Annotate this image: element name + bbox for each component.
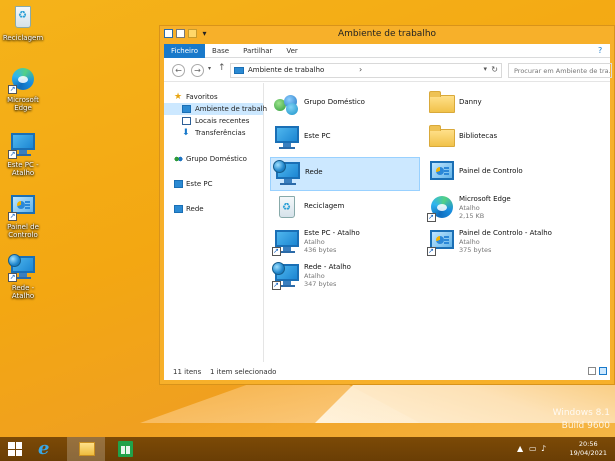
homegroup-icon (174, 155, 183, 163)
large-icons-view-icon[interactable] (599, 367, 607, 375)
list-item[interactable]: Bibliotecas (425, 122, 575, 156)
windows-logo-icon (8, 442, 22, 456)
search-placeholder: Procurar em Ambiente de tra... (514, 67, 610, 75)
start-button[interactable] (0, 437, 30, 461)
desktop-icon-edge[interactable]: ↗ Microsoft Edge (0, 66, 46, 112)
download-icon: ⬇ (182, 128, 190, 138)
control-panel-icon (427, 159, 457, 187)
breadcrumb-chevron-icon[interactable]: › (359, 65, 362, 74)
tab-share[interactable]: Partilhar (236, 44, 279, 58)
desktop-icon-this-pc[interactable]: ↗ Este PC - Atalho (0, 131, 46, 177)
desktop-icon-label: Painel de Controlo (7, 223, 39, 239)
item-count: 11 itens (173, 368, 202, 376)
list-item-selected[interactable]: Rede (270, 157, 420, 191)
edge-icon: ↗ (427, 194, 457, 222)
up-button[interactable]: ↑ (218, 63, 226, 73)
show-hidden-icons[interactable]: ▲ (517, 444, 523, 453)
ribbon-tabs: Ficheiro Base Partilhar Ver ? (164, 44, 610, 58)
desktop-icon-control-panel[interactable]: ↗ Painel de Controlo (0, 193, 46, 239)
network-icon (273, 160, 303, 188)
address-bar[interactable]: Ambiente de trabalho › ▾ ↻ (230, 63, 502, 78)
help-icon[interactable]: ? (598, 44, 610, 57)
desktop-icon (182, 105, 191, 113)
desktop-icon-label: Reciclagem (2, 34, 44, 42)
desktop-icon-network[interactable]: ↗ Rede - Atalho (0, 254, 46, 300)
address-history-icon[interactable]: ▾ (483, 65, 487, 73)
folder-icon (427, 90, 457, 118)
volume-icon[interactable]: ♪ (541, 444, 546, 453)
control-panel-icon: ↗ (8, 193, 38, 221)
list-item[interactable]: Danny (425, 88, 575, 122)
internet-explorer-icon[interactable]: e (38, 439, 57, 458)
navigation-pane: ★ Favoritos Ambiente de trabalh Locais r… (164, 83, 267, 362)
breadcrumb-desktop[interactable]: Ambiente de trabalho (248, 66, 324, 74)
network-icon (174, 205, 183, 213)
list-item[interactable]: ↗ Rede - Atalho Atalho 347 bytes (270, 260, 420, 294)
tab-home[interactable]: Base (205, 44, 236, 58)
back-button[interactable]: ← (172, 64, 185, 77)
forward-button[interactable]: → (191, 64, 204, 77)
recent-locations-icon[interactable]: ▾ (208, 65, 211, 72)
nav-favorites[interactable]: ★ Favoritos (164, 91, 263, 103)
nav-homegroup[interactable]: Grupo Doméstico (164, 153, 263, 165)
monitor-icon (272, 124, 302, 152)
desktop-icon-recycle-bin[interactable]: Reciclagem (0, 4, 46, 42)
clock[interactable]: 20:56 19/04/2021 (570, 440, 607, 458)
title-bar[interactable]: ▾ Ambiente de trabalho (160, 26, 614, 43)
details-view-icon[interactable] (588, 367, 596, 375)
recycle-bin-icon (8, 4, 38, 32)
edge-icon: ↗ (8, 66, 38, 94)
taskbar-file-explorer[interactable] (67, 437, 105, 461)
search-input[interactable]: Procurar em Ambiente de tra... (508, 63, 612, 78)
list-item[interactable]: Este PC (270, 122, 420, 156)
list-item[interactable]: ↗ Este PC - Atalho Atalho 436 bytes (270, 226, 420, 260)
status-bar: 11 itens 1 item selecionado (164, 364, 610, 380)
list-item[interactable]: ↗ Painel de Controlo - Atalho Atalho 375… (425, 226, 575, 260)
taskbar-store[interactable] (106, 437, 144, 461)
nav-downloads[interactable]: ⬇ Transferências (164, 127, 263, 139)
refresh-icon[interactable]: ↻ (491, 65, 498, 74)
monitor-icon (174, 180, 183, 188)
homegroup-icon (272, 90, 302, 118)
libraries-folder-icon (427, 124, 457, 152)
list-item[interactable]: Painel de Controlo (425, 157, 575, 191)
file-explorer-icon (79, 442, 95, 456)
list-item[interactable]: Reciclagem (270, 192, 420, 226)
desktop-icon-label: Este PC - Atalho (7, 161, 39, 177)
nav-recent-places[interactable]: Locais recentes (164, 115, 263, 127)
taskbar: e ▲ ▭ ♪ 20:56 19/04/2021 (0, 437, 615, 461)
tab-file[interactable]: Ficheiro (164, 44, 206, 58)
desktop-icon-label: Rede - Atalho (11, 284, 35, 300)
nav-network[interactable]: Rede (164, 203, 263, 215)
nav-this-pc[interactable]: Este PC (164, 178, 263, 190)
tab-view[interactable]: Ver (279, 44, 304, 58)
navigation-bar: ← → ▾ ↑ Ambiente de trabalho › ▾ ↻ Procu… (164, 59, 612, 82)
star-icon: ★ (174, 92, 183, 102)
list-item[interactable]: Grupo Doméstico (270, 88, 420, 122)
recent-places-icon (182, 117, 191, 125)
store-icon (118, 441, 133, 457)
monitor-icon: ↗ (272, 228, 302, 256)
selection-count: 1 item selecionado (210, 368, 277, 376)
monitor-icon: ↗ (8, 131, 38, 159)
window-title: Ambiente de trabalho (337, 29, 437, 39)
network-status-icon[interactable]: ▭ (529, 444, 537, 453)
control-panel-icon: ↗ (427, 228, 457, 256)
recycle-bin-icon (272, 194, 302, 222)
desktop-icon-label: Microsoft Edge (7, 96, 39, 112)
nav-desktop[interactable]: Ambiente de trabalh (164, 103, 267, 115)
windows-watermark: Windows 8.1 Build 9600 (552, 408, 610, 431)
list-item[interactable]: ↗ Microsoft Edge Atalho 2,15 KB (425, 192, 575, 226)
file-list: Grupo Doméstico Este PC Rede Reciclagem … (265, 83, 610, 362)
desktop-icon (234, 67, 244, 74)
explorer-window: ▾ Ambiente de trabalho Ficheiro Base Par… (159, 25, 615, 385)
system-tray: ▲ ▭ ♪ 20:56 19/04/2021 (515, 437, 615, 461)
network-icon: ↗ (272, 262, 302, 290)
window-body: Ficheiro Base Partilhar Ver ? ← → ▾ ↑ Am… (164, 44, 612, 380)
network-icon: ↗ (8, 254, 38, 282)
